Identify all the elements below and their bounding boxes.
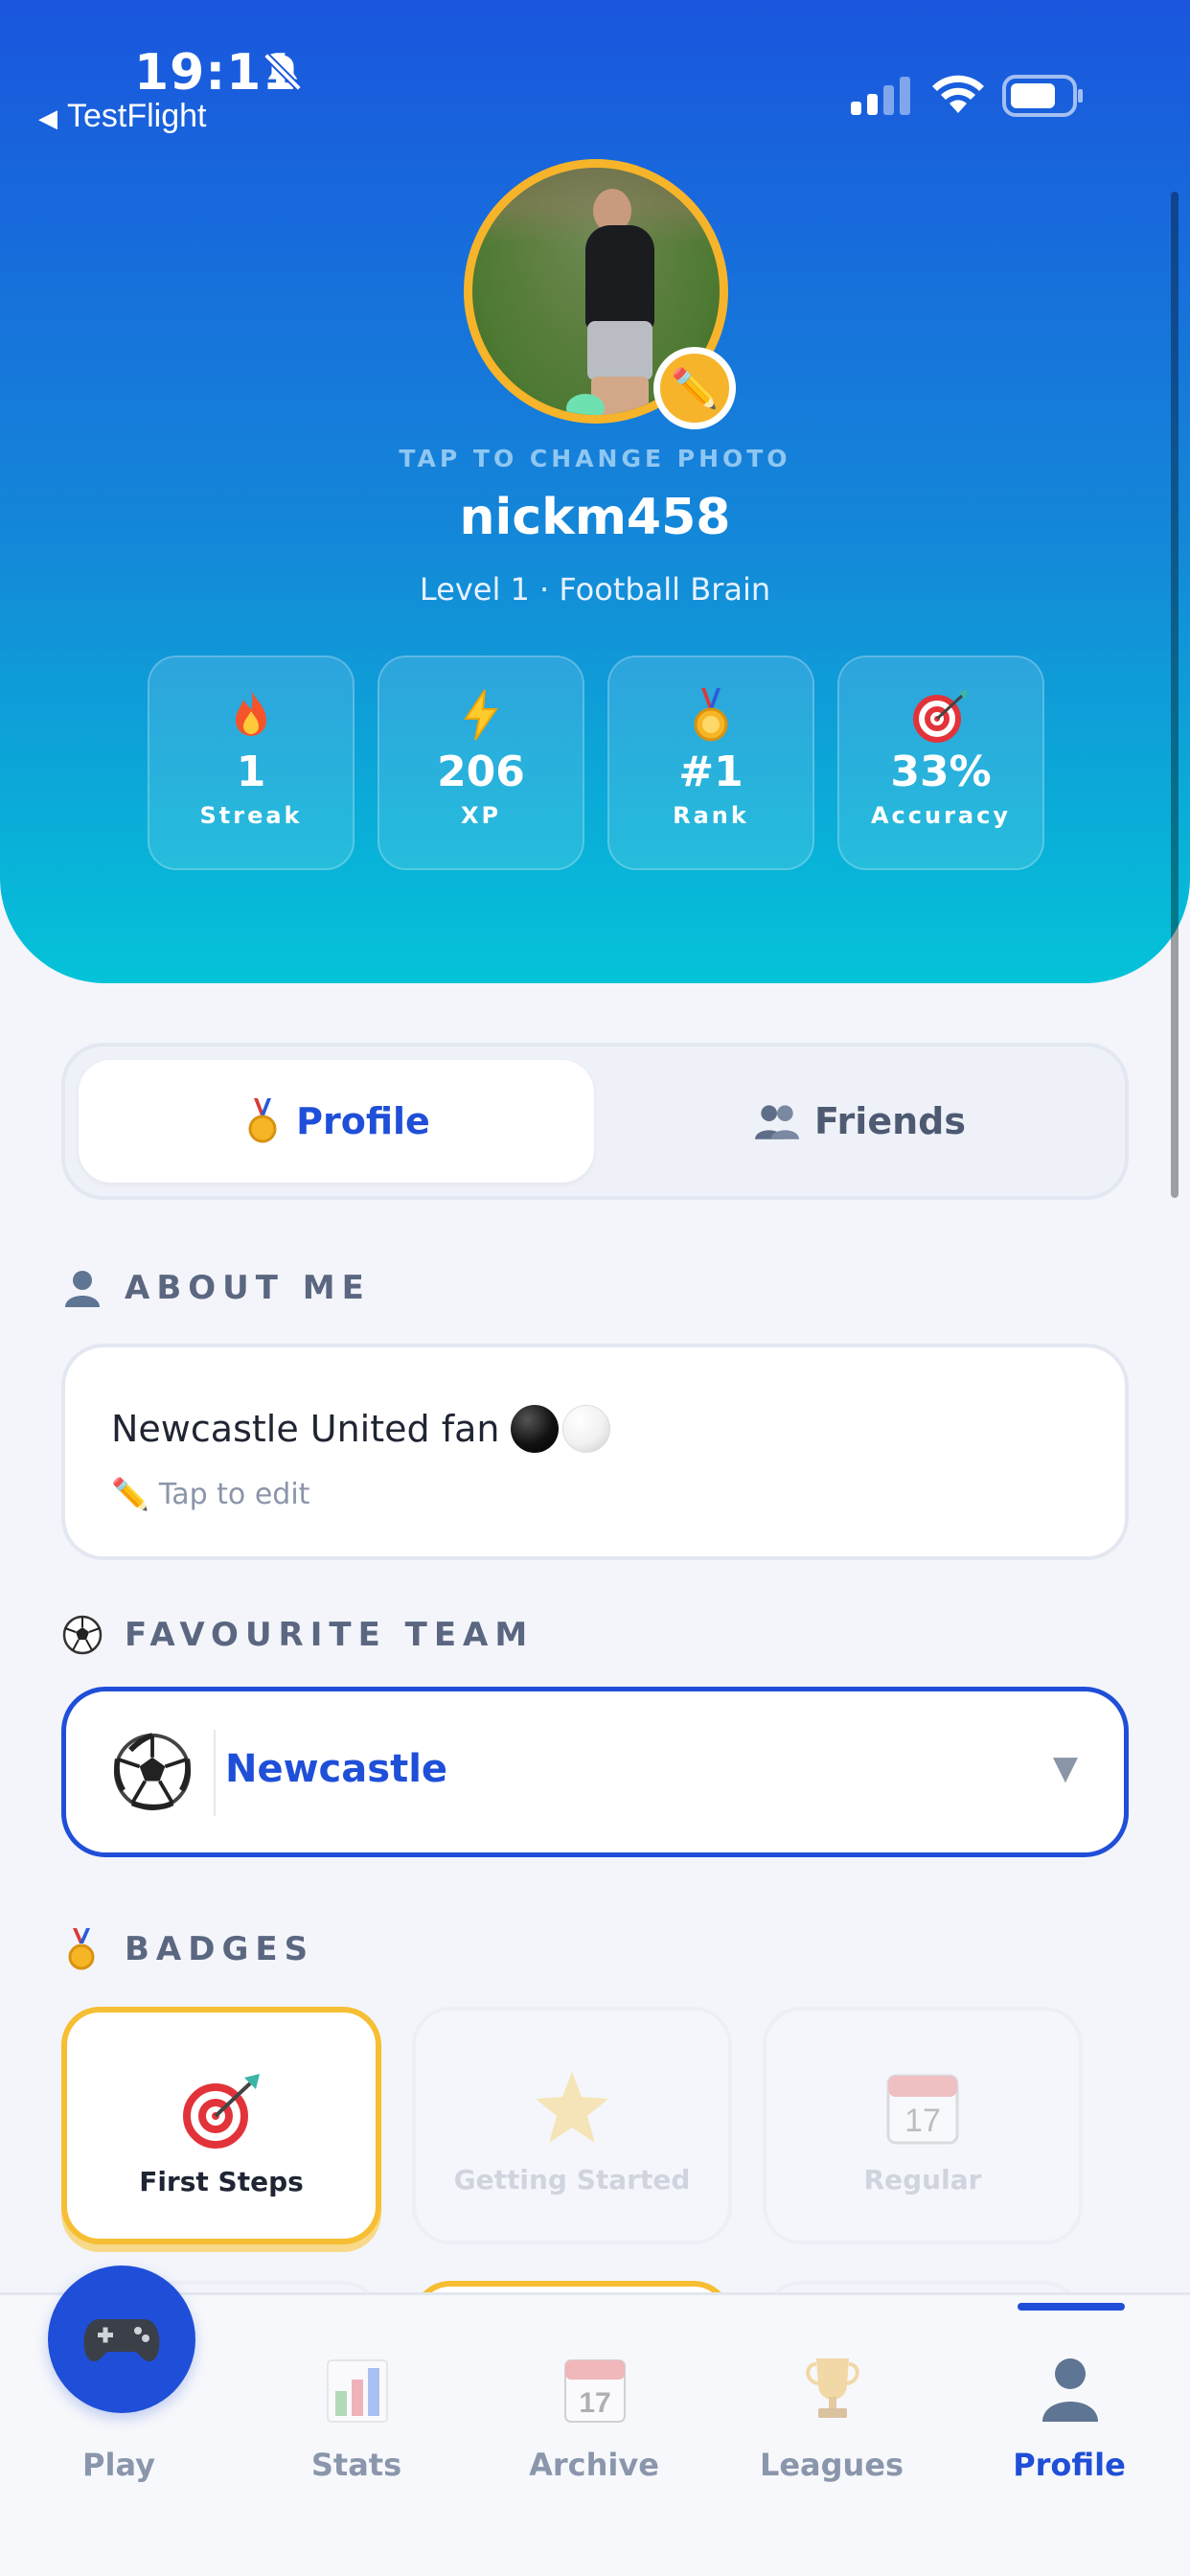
tab-profile-nav-label: Profile: [1013, 2447, 1126, 2483]
wifi-icon: [932, 75, 984, 113]
stat-label: Accuracy: [870, 802, 1011, 829]
tab-profile[interactable]: Profile: [79, 1060, 594, 1183]
play-button[interactable]: [48, 2266, 195, 2413]
scroll-indicator[interactable]: [1171, 192, 1179, 1198]
level-line: Level 1 · Football Brain: [419, 571, 771, 608]
back-to-app[interactable]: ◀ TestFlight: [38, 98, 207, 135]
bell-muted-icon: [263, 53, 302, 91]
back-triangle-icon: ◀: [38, 104, 57, 132]
about-tap-to-edit[interactable]: ✏️ Tap to edit: [111, 1476, 309, 1512]
tab-play-label: Play: [82, 2447, 155, 2483]
stats-row: 1 Streak 206 XP #1 Rank 33% Accuracy: [148, 656, 1044, 870]
tab-stats[interactable]: Stats: [238, 2295, 475, 2506]
badge-first-steps[interactable]: First Steps: [61, 2007, 381, 2244]
stat-value: 33%: [890, 748, 992, 796]
stat-label: Rank: [673, 802, 749, 829]
lightning-icon: [464, 689, 498, 741]
chevron-down-icon: ▼: [1052, 1749, 1078, 1787]
about-me-heading-label: ABOUT ME: [125, 1269, 371, 1307]
trophy-icon: [806, 2358, 859, 2418]
stat-label: Streak: [199, 802, 303, 829]
stat-card-rank: #1 Rank: [607, 656, 814, 870]
people-icon: [755, 1105, 799, 1139]
battery-icon: [1002, 75, 1083, 117]
bar-chart-icon: [327, 2359, 388, 2423]
medal-icon: [68, 1928, 95, 1970]
back-app-label: TestFlight: [67, 98, 207, 134]
medal-icon: [694, 688, 728, 742]
favourite-team-select[interactable]: Newcastle ▼: [61, 1687, 1129, 1857]
pencil-icon: ✏️: [111, 1476, 149, 1512]
tap-to-change-photo[interactable]: TAP TO CHANGE PHOTO: [0, 445, 1190, 472]
tab-leagues[interactable]: Leagues: [713, 2295, 950, 2506]
badges-heading: BADGES: [61, 1928, 314, 1970]
team-selected-value: Newcastle: [225, 1747, 448, 1791]
person-icon: [65, 1271, 100, 1307]
tab-profile-label: Profile: [296, 1100, 430, 1142]
signal-icon: [851, 77, 910, 115]
gamepad-icon: [83, 2319, 160, 2362]
svg-text:17: 17: [579, 2387, 610, 2419]
about-hint-label: Tap to edit: [158, 1477, 310, 1511]
about-me-heading: ABOUT ME: [61, 1267, 371, 1309]
person-icon: [1042, 2358, 1098, 2422]
tab-leagues-label: Leagues: [759, 2447, 904, 2483]
calendar-icon: 17: [886, 2074, 959, 2145]
about-text-value: Newcastle United fan: [111, 1408, 500, 1450]
badges-heading-label: BADGES: [125, 1930, 315, 1968]
favourite-team-heading-label: FAVOURITE TEAM: [125, 1616, 535, 1654]
stat-card-accuracy: 33% Accuracy: [837, 656, 1044, 870]
calendar-icon: 17: [564, 2359, 626, 2423]
about-me-card[interactable]: Newcastle United fan ✏️ Tap to edit: [61, 1344, 1129, 1560]
svg-text:17: 17: [904, 2103, 941, 2139]
favourite-team-heading: FAVOURITE TEAM: [61, 1614, 534, 1656]
profile-header: 19:11 ◀ TestFlight ✏️ TAP TO CHANGE PHOT…: [0, 0, 1190, 983]
fire-icon: [236, 690, 266, 736]
tab-friends[interactable]: Friends: [602, 1060, 1117, 1183]
tab-stats-label: Stats: [310, 2447, 402, 2483]
stat-card-streak: 1 Streak: [148, 656, 355, 870]
avatar-photo[interactable]: ✏️: [464, 159, 736, 429]
target-icon: [183, 2074, 260, 2149]
target-icon: [913, 690, 968, 743]
tab-friends-label: Friends: [814, 1100, 966, 1142]
badge-getting-started[interactable]: Getting Started: [412, 2007, 732, 2244]
badge-name: First Steps: [139, 2166, 304, 2197]
star-icon: [536, 2072, 608, 2143]
tab-archive[interactable]: 17 Archive: [475, 2295, 713, 2506]
edit-photo-pencil-icon[interactable]: ✏️: [653, 347, 736, 429]
badge-name: Getting Started: [453, 2164, 691, 2196]
soccer-ball-icon: [62, 1615, 103, 1655]
stat-value: 206: [437, 748, 525, 796]
stat-card-xp: 206 XP: [378, 656, 584, 870]
stat-value: #1: [678, 748, 744, 796]
team-divider: [214, 1730, 216, 1816]
soccer-ball-icon: [113, 1733, 192, 1811]
badges-grid: First Steps Getting Started 17 Regular: [61, 2007, 1129, 2319]
medal-icon: [248, 1098, 277, 1143]
stat-label: XP: [460, 802, 502, 829]
badge-name: Regular: [863, 2164, 982, 2196]
badge-regular[interactable]: 17 Regular: [763, 2007, 1083, 2244]
username: nickm458: [459, 489, 731, 546]
stat-value: 1: [236, 748, 266, 796]
tab-profile-nav[interactable]: Profile: [950, 2295, 1188, 2506]
tab-archive-label: Archive: [529, 2447, 659, 2483]
about-text: Newcastle United fan: [111, 1405, 611, 1453]
black-white-circles-icon: [511, 1405, 611, 1453]
status-bar: 19:11 ◀ TestFlight: [0, 0, 1190, 144]
profile-friends-toggle: Profile Friends: [61, 1043, 1129, 1200]
